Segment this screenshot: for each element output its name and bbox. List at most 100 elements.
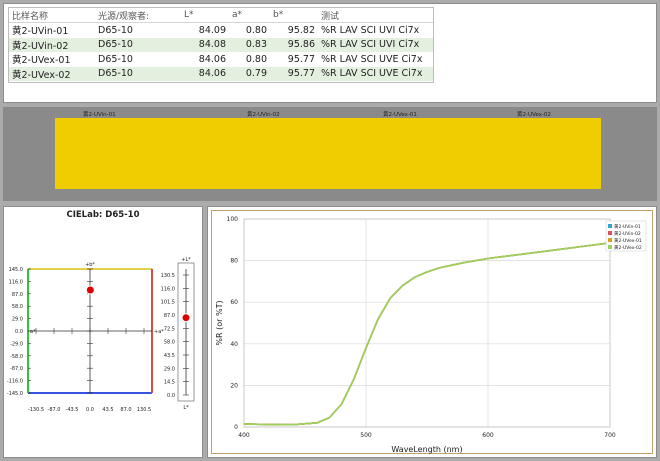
series-line-2	[243, 242, 611, 426]
results-table: 比样名称 光源/观察者: L* a* b* 测试 黄2-UVin-01 D65-…	[9, 8, 433, 81]
cielab-plot[interactable]: 145.0 116.0 87.0 58.0 29.0 0.0 -29.0 -58.0 -87.0…	[4, 207, 202, 457]
legend-swatch	[608, 231, 612, 235]
cell-b: 95.77	[287, 53, 315, 65]
cell-b: 95.82	[287, 24, 315, 36]
swatch-label: 黄2-UVex-02	[517, 112, 551, 118]
a-tick-label: 87.0	[120, 407, 131, 413]
legend-label: 黄2-UVin-01	[614, 223, 641, 230]
x-tick-label: 400	[238, 432, 250, 439]
table-header-row: 比样名称 光源/观察者: L* a* b* 测试	[9, 8, 433, 23]
y-tick-label: 60	[230, 299, 238, 306]
cell-illuminant: D65-10	[98, 24, 133, 36]
cell-illuminant: D65-10	[98, 53, 133, 65]
swatch-strip: 黄2-UVin-01 黄2-UVin-02 黄2-UVex-01 黄2-UVex…	[3, 107, 657, 201]
l-tick-label: 0.0	[167, 393, 175, 399]
cell-l: 84.08	[181, 37, 229, 52]
x-axis-label: WaveLength (nm)	[391, 445, 462, 454]
cell-test: %R LAV SCI UVE Ci7x	[318, 66, 433, 81]
l-tick-label: 29.0	[164, 366, 175, 372]
cell-illuminant: D65-10	[95, 66, 181, 81]
b-tick-label: -116.0	[7, 379, 23, 385]
l-tick-label: 116.0	[161, 286, 175, 292]
b-tick-label: -87.0	[10, 366, 23, 372]
a-axis-label: +a*	[154, 329, 164, 335]
cell-a: 0.79	[229, 66, 270, 81]
column-header-illuminant[interactable]: 光源/观察者:	[95, 8, 181, 23]
results-table-container: 比样名称 光源/观察者: L* a* b* 测试 黄2-UVin-01 D65-…	[8, 7, 434, 83]
b-tick-label: -29.0	[10, 341, 23, 347]
table-row[interactable]: 黄2-UVin-01 D65-10 84.09 0.80 95.82 %R LA…	[9, 23, 433, 38]
a-tick-label: -43.5	[66, 407, 79, 413]
y-tick-label: 80	[230, 258, 238, 265]
legend-label: 黄2-UVin-02	[614, 230, 641, 237]
cell-l: 84.06	[181, 66, 229, 81]
column-header-a[interactable]: a*	[229, 8, 270, 23]
sample-point-ab	[85, 285, 95, 295]
b-tick-label: 87.0	[12, 292, 23, 298]
cell-test: %R LAV SCI UVI Ci7x	[321, 24, 420, 36]
b-tick-label: -58.0	[10, 354, 23, 360]
table-row[interactable]: 黄2-UVin-02 D65-10 84.08 0.83 95.86 %R LA…	[9, 37, 433, 52]
y-tick-label: 40	[230, 341, 238, 348]
column-header-b[interactable]: b*	[270, 8, 318, 23]
cell-name: 黄2-UVex-02	[9, 66, 95, 81]
x-tick-label: 600	[482, 432, 494, 439]
legend-swatch	[608, 245, 612, 249]
legend-label: 黄2-UVex-01	[614, 237, 642, 244]
cell-a: 0.80	[245, 24, 267, 36]
b-tick-label: 0.0	[15, 329, 23, 335]
b-tick-label: 116.0	[9, 279, 23, 285]
x-tick-label: 500	[360, 432, 372, 439]
spectral-frame: 400 500 600 700 0 20 40 60 80 100 WaveLength (nm)%…	[211, 210, 653, 454]
a-tick-label: -130.5	[28, 407, 44, 413]
cell-illuminant: D65-10	[95, 37, 181, 52]
cell-test: %R LAV SCI UVE Ci7x	[321, 53, 423, 65]
l-tick-label: 130.5	[161, 273, 175, 279]
y-tick-label: 20	[230, 382, 238, 389]
b-tick-label: 58.0	[12, 304, 23, 310]
table-row[interactable]: 黄2-UVex-02 D65-10 84.06 0.79 95.77 %R LA…	[9, 66, 433, 81]
cell-test: %R LAV SCI UVI Ci7x	[318, 37, 433, 52]
l-tick-label: 87.0	[164, 313, 175, 319]
cell-name: 黄2-UVin-01	[12, 26, 69, 38]
cell-name: 黄2-UVin-02	[9, 37, 95, 52]
y-tick-label: 0	[234, 424, 238, 431]
column-header-l[interactable]: L*	[181, 8, 229, 23]
b-tick-label: 29.0	[12, 317, 23, 323]
l-tick-label: 58.0	[164, 340, 175, 346]
swatch-label: 黄2-UVin-01	[83, 112, 116, 118]
column-header-name[interactable]: 比样名称	[9, 8, 95, 23]
y-axis-label: %R (or %T)	[215, 300, 224, 345]
a-tick-label: 43.5	[102, 407, 113, 413]
spectral-chart[interactable]: 400 500 600 700 0 20 40 60 80 100 WaveLength (nm)%…	[212, 211, 654, 455]
cell-b: 95.77	[270, 66, 318, 81]
results-panel: 比样名称 光源/观察者: L* a* b* 测试 黄2-UVin-01 D65-…	[3, 3, 657, 103]
x-tick-label: 700	[604, 432, 616, 439]
l-axis-top-label: +L*	[181, 257, 191, 263]
cell-l: 84.06	[198, 53, 226, 65]
l-tick-label: 43.5	[164, 353, 175, 359]
color-swatch[interactable]	[55, 118, 601, 189]
legend-label: 黄2-UVex-02	[614, 244, 642, 251]
a-tick-label: -87.0	[48, 407, 61, 413]
l-tick-label: 101.5	[161, 300, 175, 306]
column-header-test[interactable]: 测试	[318, 8, 433, 23]
cell-l: 84.09	[198, 24, 226, 36]
b-tick-label: 145.0	[9, 267, 23, 273]
spectral-panel: 400 500 600 700 0 20 40 60 80 100 WaveLength (nm)%…	[207, 206, 657, 458]
y-tick-label: 100	[227, 216, 239, 223]
neg-a-axis-label: a*	[30, 329, 36, 335]
b-tick-label: -145.0	[7, 391, 23, 397]
sample-point-l	[181, 313, 191, 323]
cell-a: 0.83	[229, 37, 270, 52]
b-axis-label: +b*	[85, 262, 95, 268]
a-tick-label: 0.0	[86, 407, 94, 413]
series-line-3	[243, 242, 611, 426]
cell-name: 黄2-UVex-01	[12, 55, 71, 67]
l-axis-bottom-label: L*	[183, 405, 189, 411]
cell-b: 95.86	[270, 37, 318, 52]
swatch-label: 黄2-UVex-01	[383, 112, 417, 118]
a-tick-label: 130.5	[137, 407, 151, 413]
table-row[interactable]: 黄2-UVex-01 D65-10 84.06 0.80 95.77 %R LA…	[9, 52, 433, 67]
cell-a: 0.80	[245, 53, 267, 65]
